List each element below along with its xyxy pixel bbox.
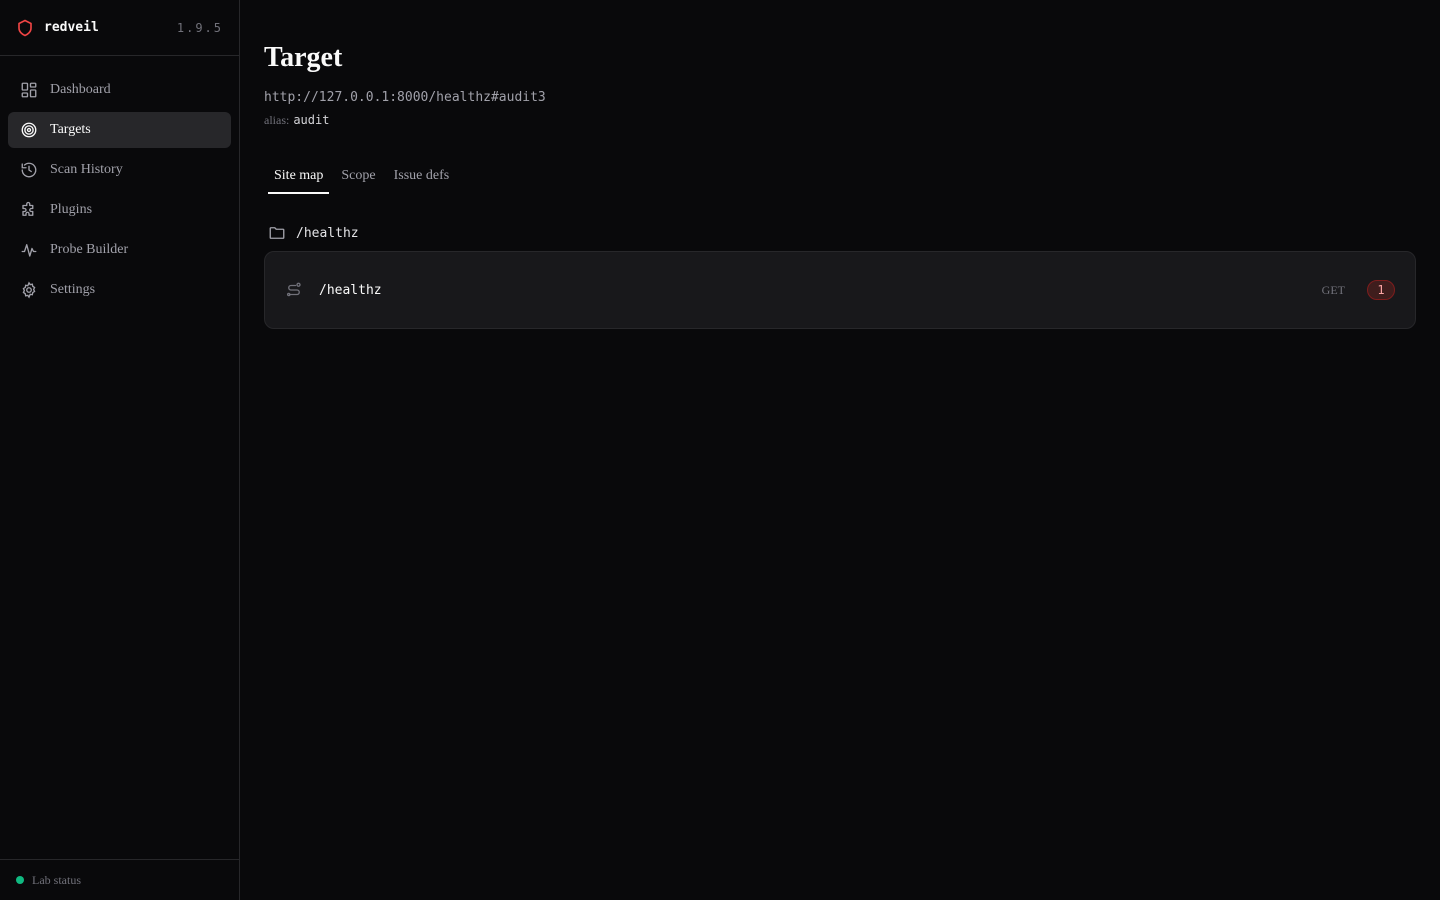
shield-icon bbox=[18, 19, 32, 36]
sidebar-item-label: Scan History bbox=[50, 162, 123, 177]
alias-line: alias: audit bbox=[264, 113, 1416, 128]
sidebar-item-label: Probe Builder bbox=[50, 242, 129, 257]
main-content: Target http://127.0.0.1:8000/healthz#aud… bbox=[240, 0, 1440, 900]
grid-icon bbox=[21, 82, 37, 98]
sidebar-item-label: Dashboard bbox=[50, 82, 111, 97]
sidebar-item-dashboard[interactable]: Dashboard bbox=[8, 72, 231, 108]
alias-value: audit bbox=[293, 113, 330, 127]
app-name: redveil bbox=[44, 20, 99, 35]
sidebar-nav: Dashboard Targets Scan History Plugins P… bbox=[0, 56, 239, 859]
tab-issue-defs[interactable]: Issue defs bbox=[388, 162, 456, 194]
sidebar-item-label: Plugins bbox=[50, 202, 93, 217]
sidebar-item-plugins[interactable]: Plugins bbox=[8, 192, 231, 228]
sidebar-item-scan-history[interactable]: Scan History bbox=[8, 152, 231, 188]
lab-status-label: Lab status bbox=[32, 872, 81, 887]
brand-logo-group[interactable]: redveil bbox=[16, 19, 99, 37]
brand-header: redveil 1.9.5 bbox=[0, 0, 239, 56]
pulse-icon bbox=[21, 244, 37, 257]
page-title: Target bbox=[264, 42, 343, 73]
tab-site-map[interactable]: Site map bbox=[268, 162, 330, 194]
target-url: http://127.0.0.1:8000/healthz#audit3 bbox=[264, 90, 546, 105]
endpoint-path: /healthz bbox=[319, 282, 382, 298]
gear-icon bbox=[22, 281, 36, 299]
sidebar: redveil 1.9.5 Dashboard Targets Scan His… bbox=[0, 0, 240, 900]
endpoint-row[interactable]: /healthz GET 1 bbox=[264, 251, 1416, 329]
http-method: GET bbox=[1321, 282, 1345, 297]
alias-label: alias: bbox=[264, 113, 290, 127]
issue-count-badge: 1 bbox=[1367, 280, 1395, 300]
target-icon bbox=[21, 122, 37, 138]
app-version: 1.9.5 bbox=[176, 20, 223, 35]
folder-icon bbox=[269, 227, 285, 239]
folder-label: /healthz bbox=[296, 225, 359, 241]
history-icon bbox=[21, 162, 37, 178]
sidebar-item-settings[interactable]: Settings bbox=[8, 272, 231, 308]
sitemap-folder[interactable]: /healthz bbox=[264, 224, 1416, 242]
app-root: redveil 1.9.5 Dashboard Targets Scan His… bbox=[0, 0, 1440, 900]
sidebar-item-label: Settings bbox=[50, 282, 96, 297]
lab-status[interactable]: Lab status bbox=[0, 859, 239, 900]
sidebar-item-targets[interactable]: Targets bbox=[8, 112, 231, 148]
tab-bar: Site map Scope Issue defs bbox=[264, 162, 1416, 194]
route-icon bbox=[286, 282, 301, 297]
status-dot bbox=[16, 876, 24, 884]
sidebar-item-label: Targets bbox=[50, 122, 91, 137]
tab-scope[interactable]: Scope bbox=[335, 162, 381, 194]
sidebar-item-probe-builder[interactable]: Probe Builder bbox=[8, 232, 231, 268]
puzzle-icon bbox=[22, 201, 34, 216]
